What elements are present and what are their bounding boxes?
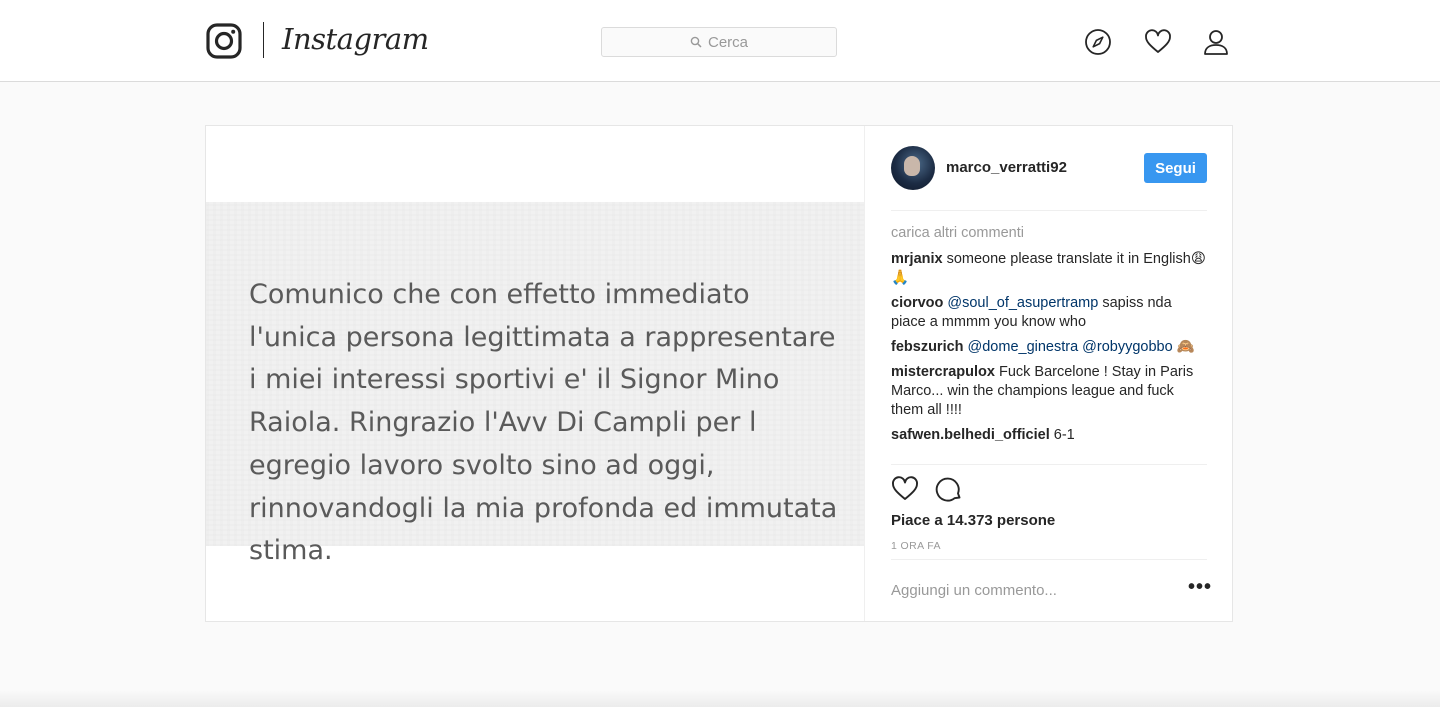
post-card: Comunico che con effetto immediato l'uni… bbox=[205, 125, 1233, 622]
explore-compass-icon[interactable] bbox=[1084, 28, 1112, 56]
comment-item: ciorvoo @soul_of_asupertramp sapiss nda p… bbox=[891, 294, 1207, 332]
post-sidebar: marco_verratti92 Segui carica altri comm… bbox=[864, 126, 1232, 621]
follow-button[interactable]: Segui bbox=[1144, 153, 1207, 183]
avatar-face bbox=[904, 156, 920, 176]
comment-item: safwen.belhedi_officiel 6-1 bbox=[891, 426, 1207, 445]
comment-author[interactable]: safwen.belhedi_officiel bbox=[891, 427, 1050, 443]
instagram-logo-icon[interactable] bbox=[206, 23, 242, 59]
add-comment-input[interactable]: Aggiungi un commento... bbox=[891, 582, 1171, 599]
post-timestamp[interactable]: 1 ORA FA bbox=[891, 540, 941, 552]
comments-divider bbox=[891, 464, 1207, 465]
comment-mention[interactable]: @dome_ginestra @robyygobbo bbox=[968, 339, 1173, 355]
comment-author[interactable]: febszurich bbox=[891, 339, 964, 355]
comment-item: mrjanix someone please translate it in En… bbox=[891, 250, 1207, 288]
comment-author[interactable]: ciorvoo bbox=[891, 295, 943, 311]
search-box[interactable]: Cerca bbox=[601, 27, 837, 57]
search-placeholder[interactable]: Cerca bbox=[708, 34, 748, 51]
post-author-username[interactable]: marco_verratti92 bbox=[946, 159, 1067, 176]
comment-item: febszurich @dome_ginestra @robyygobbo 🙈 bbox=[891, 338, 1207, 357]
comment-author[interactable]: mrjanix bbox=[891, 251, 943, 267]
footer-shadow bbox=[0, 690, 1440, 707]
comment-item: mistercrapulox Fuck Barcelone ! Stay in P… bbox=[891, 363, 1207, 420]
instagram-wordmark[interactable]: Instagram bbox=[282, 22, 429, 56]
like-heart-icon[interactable] bbox=[891, 475, 919, 503]
comment-author[interactable]: mistercrapulox bbox=[891, 364, 995, 380]
search-icon bbox=[690, 36, 702, 48]
footer-divider bbox=[891, 559, 1207, 560]
header-divider bbox=[891, 210, 1207, 211]
statement-image: Comunico che con effetto immediato l'uni… bbox=[206, 202, 864, 566]
comment-mention[interactable]: @soul_of_asupertramp bbox=[947, 295, 1098, 311]
comment-text: 🙈 bbox=[1172, 339, 1195, 355]
post-media[interactable]: Comunico che con effetto immediato l'uni… bbox=[206, 126, 864, 621]
avatar[interactable] bbox=[891, 146, 935, 190]
comment-text: 6-1 bbox=[1053, 427, 1075, 443]
load-more-comments-link[interactable]: carica altri commenti bbox=[891, 224, 1207, 243]
logo-divider bbox=[263, 22, 264, 58]
comments-list[interactable]: carica altri commenti mrjanix someone ple… bbox=[891, 224, 1207, 464]
profile-icon[interactable] bbox=[1202, 28, 1230, 56]
likes-count[interactable]: Piace a 14.373 persone bbox=[891, 512, 1055, 529]
top-navigation-bar: Instagram Cerca bbox=[0, 0, 1440, 82]
more-options-button[interactable]: ••• bbox=[1188, 577, 1212, 597]
statement-text: Comunico che con effetto immediato l'uni… bbox=[249, 279, 838, 567]
comment-bubble-icon[interactable] bbox=[935, 475, 963, 503]
activity-heart-icon[interactable] bbox=[1144, 28, 1172, 56]
